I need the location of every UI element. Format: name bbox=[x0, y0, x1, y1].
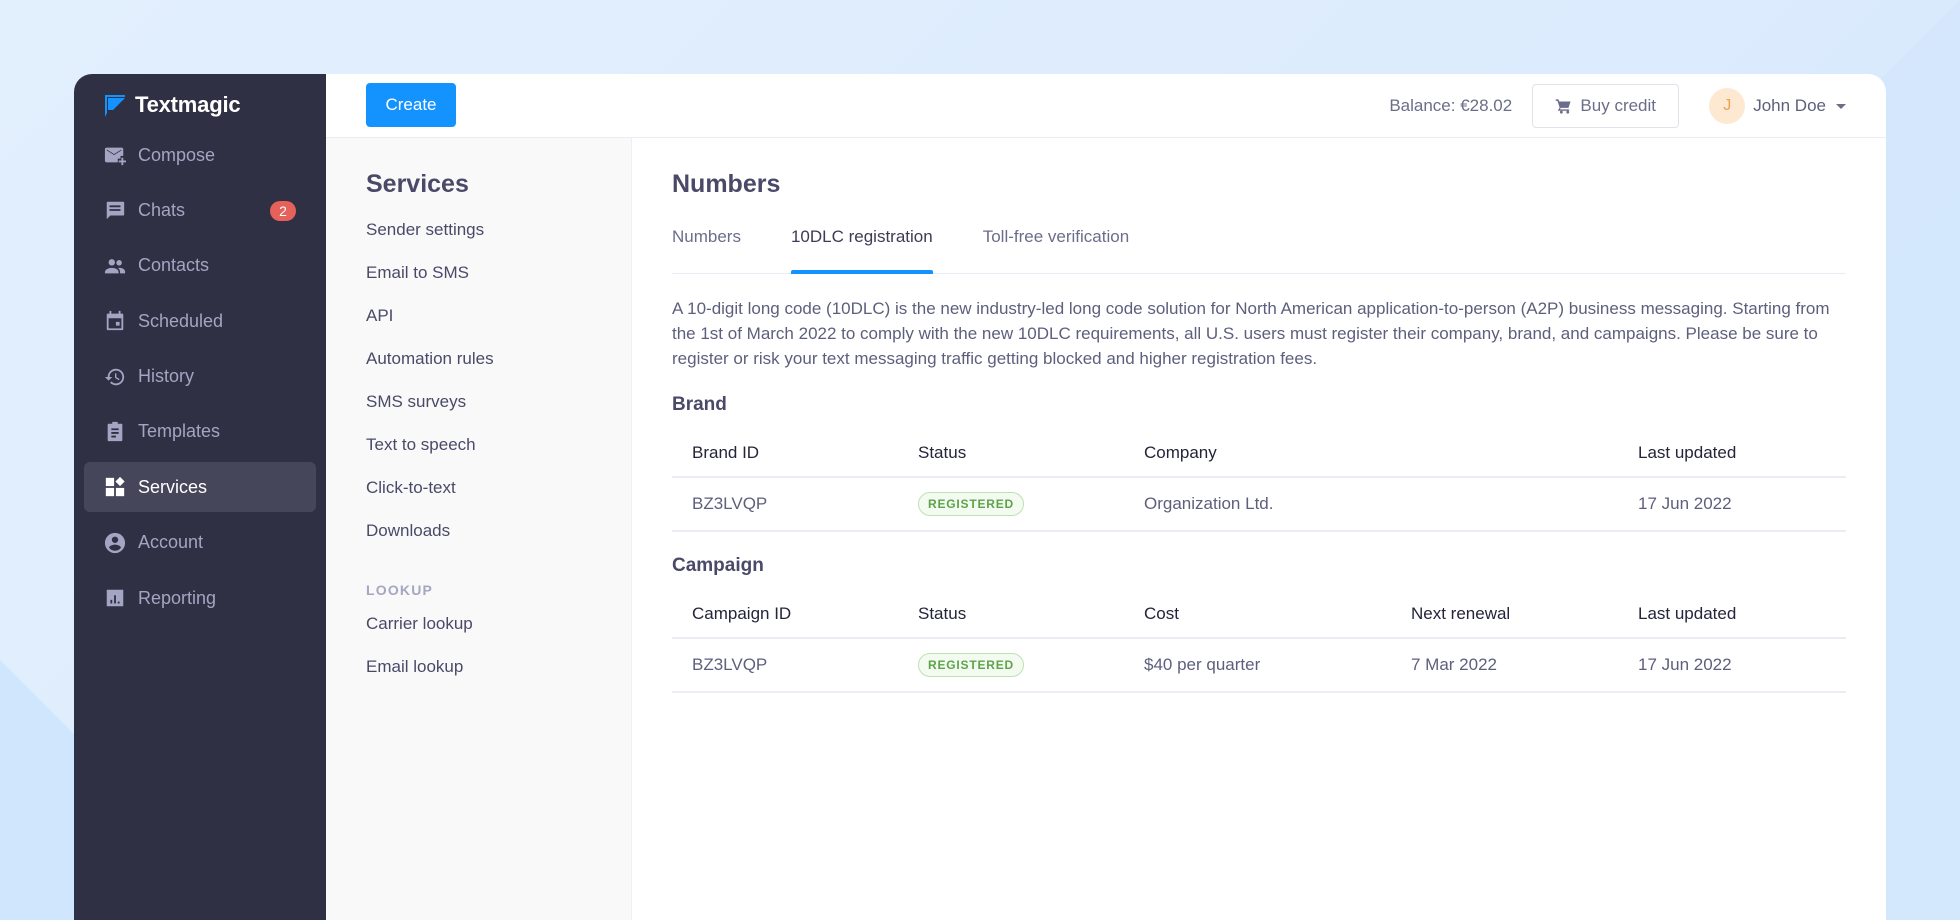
column-header: Status bbox=[898, 430, 1124, 478]
table-row[interactable]: BZ3LVQP REGISTERED $40 per quarter 7 Mar… bbox=[672, 639, 1846, 693]
caret-down-icon bbox=[1836, 103, 1846, 109]
intro-text: A 10-digit long code (10DLC) is the new … bbox=[672, 299, 1830, 368]
status-badge: REGISTERED bbox=[918, 492, 1025, 516]
app-name: Textmagic bbox=[135, 92, 241, 117]
column-header: Status bbox=[898, 591, 1124, 639]
compose-icon bbox=[104, 144, 126, 166]
top-bar-right: Balance: €28.02 Buy credit J John Doe bbox=[1389, 84, 1846, 128]
tab-numbers[interactable]: Numbers bbox=[672, 225, 741, 273]
main-area: Create Balance: €28.02 Buy credit J John… bbox=[326, 74, 1886, 920]
campaign-id: BZ3LVQP bbox=[672, 639, 898, 693]
create-button[interactable]: Create bbox=[366, 82, 456, 127]
sidebar-item-templates[interactable]: Templates bbox=[84, 407, 316, 457]
brand-id: BZ3LVQP bbox=[672, 478, 898, 532]
sidebar-item-compose[interactable]: Compose bbox=[84, 130, 316, 180]
tab-10dlc-registration[interactable]: 10DLC registration bbox=[790, 225, 933, 274]
contacts-icon bbox=[104, 255, 126, 277]
column-header: Campaign ID bbox=[672, 591, 898, 639]
next-renewal: 7 Mar 2022 bbox=[1391, 639, 1618, 693]
brand-title: Brand bbox=[672, 394, 727, 415]
cart-icon bbox=[1556, 98, 1572, 114]
tabs: Numbers 10DLC registration Toll-free ver… bbox=[672, 225, 1846, 274]
table-row[interactable]: BZ3LVQP REGISTERED Organization Ltd. 17 … bbox=[672, 478, 1846, 532]
user-name: John Doe bbox=[1753, 96, 1826, 115]
services-icon bbox=[104, 476, 126, 498]
sidebar: Textmagic Compose Chats 2 Contacts Sched… bbox=[74, 74, 326, 920]
subnav-title: Services bbox=[366, 170, 469, 198]
last-updated: 17 Jun 2022 bbox=[1618, 478, 1846, 532]
buy-credit-button[interactable]: Buy credit bbox=[1532, 84, 1680, 128]
calendar-icon bbox=[104, 310, 126, 332]
textmagic-logo-icon bbox=[105, 95, 125, 117]
chart-icon bbox=[104, 587, 126, 609]
cost: $40 per quarter bbox=[1124, 639, 1391, 693]
campaign-table: Campaign ID Status Cost Next renewal Las… bbox=[672, 591, 1846, 693]
company: Organization Ltd. bbox=[1124, 478, 1618, 532]
campaign-title: Campaign bbox=[672, 555, 764, 576]
subnav-item-sender-settings[interactable]: Sender settings bbox=[366, 215, 591, 258]
column-header: Cost bbox=[1124, 591, 1391, 639]
column-header: Next renewal bbox=[1391, 591, 1618, 639]
subnav-item-api[interactable]: API bbox=[366, 301, 591, 344]
status-badge: REGISTERED bbox=[918, 653, 1025, 677]
table-header-row: Campaign ID Status Cost Next renewal Las… bbox=[672, 591, 1846, 639]
sidebar-item-history[interactable]: History bbox=[84, 352, 316, 402]
column-header: Company bbox=[1124, 430, 1618, 478]
clipboard-icon bbox=[104, 421, 126, 443]
page-title: Numbers bbox=[672, 170, 781, 198]
content: Services Sender settings Email to SMS AP… bbox=[326, 138, 1886, 920]
buy-credit-label: Buy credit bbox=[1580, 96, 1657, 115]
logo[interactable]: Textmagic bbox=[103, 92, 241, 118]
sidebar-item-chats[interactable]: Chats 2 bbox=[84, 185, 316, 235]
subnav-section-lookup: LOOKUP bbox=[366, 582, 434, 598]
sidebar-item-reporting[interactable]: Reporting bbox=[84, 573, 316, 623]
subnav-item-text-to-speech[interactable]: Text to speech bbox=[366, 430, 591, 473]
history-icon bbox=[104, 366, 126, 388]
services-subnav: Services Sender settings Email to SMS AP… bbox=[326, 138, 632, 920]
sidebar-item-scheduled[interactable]: Scheduled bbox=[84, 296, 316, 346]
account-icon bbox=[104, 532, 126, 554]
subnav-item-downloads[interactable]: Downloads bbox=[366, 516, 591, 559]
balance-text: Balance: €28.02 bbox=[1389, 96, 1513, 115]
brand-table: Brand ID Status Company Last updated BZ3… bbox=[672, 430, 1846, 532]
unread-badge: 2 bbox=[270, 201, 296, 222]
column-header: Last updated bbox=[1618, 430, 1846, 478]
subnav-item-click-to-text[interactable]: Click-to-text bbox=[366, 473, 591, 516]
sidebar-item-services[interactable]: Services bbox=[84, 462, 316, 513]
subnav-item-email-to-sms[interactable]: Email to SMS bbox=[366, 258, 591, 301]
last-updated: 17 Jun 2022 bbox=[1618, 639, 1846, 693]
tab-toll-free-verification[interactable]: Toll-free verification bbox=[983, 225, 1129, 273]
top-bar: Create Balance: €28.02 Buy credit J John… bbox=[326, 74, 1886, 138]
subnav-item-sms-surveys[interactable]: SMS surveys bbox=[366, 387, 591, 430]
subnav-item-carrier-lookup[interactable]: Carrier lookup bbox=[366, 609, 591, 652]
table-header-row: Brand ID Status Company Last updated bbox=[672, 430, 1846, 478]
column-header: Brand ID bbox=[672, 430, 898, 478]
subnav-item-email-lookup[interactable]: Email lookup bbox=[366, 652, 591, 695]
column-header: Last updated bbox=[1618, 591, 1846, 639]
sidebar-item-account[interactable]: Account bbox=[84, 518, 316, 568]
chat-icon bbox=[104, 199, 126, 221]
sidebar-item-contacts[interactable]: Contacts bbox=[84, 241, 316, 291]
page: Numbers Numbers 10DLC registration Toll-… bbox=[632, 138, 1886, 920]
avatar: J bbox=[1709, 88, 1746, 124]
subnav-item-automation-rules[interactable]: Automation rules bbox=[366, 344, 591, 387]
user-menu[interactable]: J John Doe bbox=[1709, 88, 1846, 124]
sidebar-nav: Compose Chats 2 Contacts Scheduled Histo… bbox=[84, 130, 316, 629]
app-window: Textmagic Compose Chats 2 Contacts Sched… bbox=[74, 74, 1886, 920]
